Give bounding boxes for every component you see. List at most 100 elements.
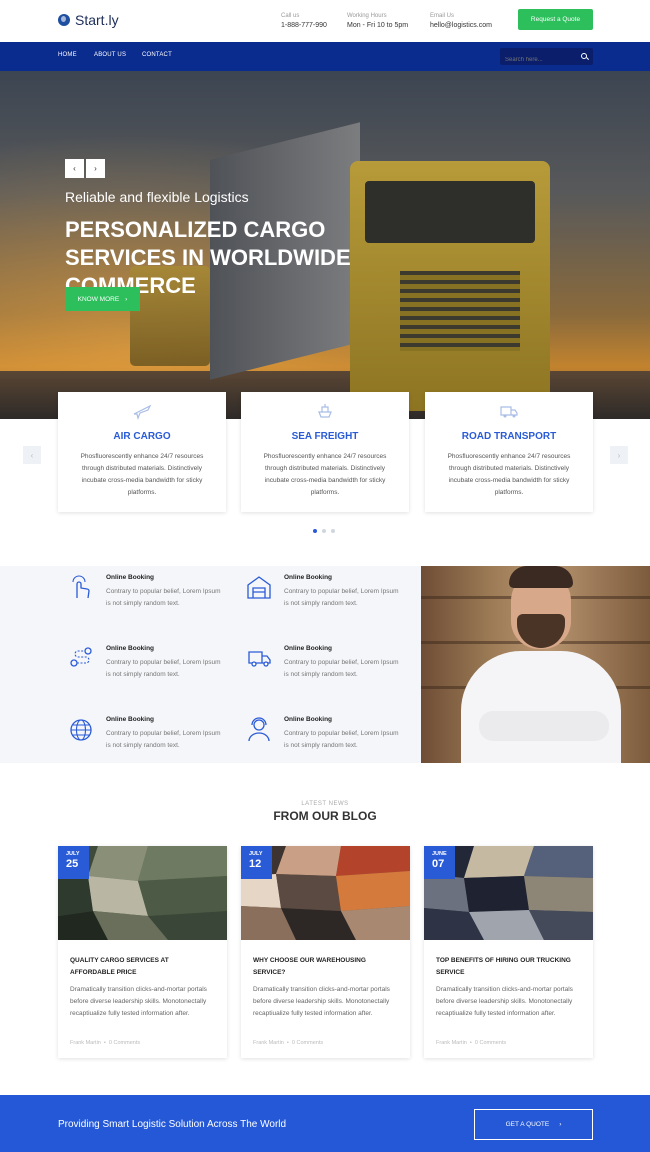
feature-item: Online Booking Contrary to popular belie… (246, 574, 406, 624)
search-box (500, 48, 593, 69)
feature-text: Contrary to popular belief, Lorem Ipsum … (284, 730, 399, 749)
slider-dot-active[interactable] (313, 529, 317, 533)
hours-value: Mon - Fri 10 to 5pm (347, 22, 409, 29)
service-card-sea[interactable]: SEA FREIGHT Phosfluorescently enhance 24… (241, 392, 409, 512)
nav-item-contact[interactable]: CONTACT (142, 52, 172, 58)
route-icon (70, 647, 92, 667)
post-comments[interactable]: 0 Comments (109, 1040, 140, 1046)
post-author[interactable]: Frank Martin (436, 1040, 467, 1046)
feature-item: Online Booking Contrary to popular belie… (68, 574, 228, 624)
site-logo[interactable]: Start.ly (58, 12, 119, 28)
feature-item: Online Booking Contrary to popular belie… (246, 645, 406, 695)
slider-dot[interactable] (331, 529, 335, 533)
service-card-air[interactable]: AIR CARGO Phosfluorescently enhance 24/7… (58, 392, 226, 512)
feature-title: Online Booking (284, 645, 333, 652)
service-card-road[interactable]: ROAD TRANSPORT Phosfluorescently enhance… (425, 392, 593, 512)
feature-text: Contrary to popular belief, Lorem Ipsum … (284, 588, 399, 607)
service-title: ROAD TRANSPORT (461, 431, 557, 442)
service-text: Phosfluorescently enhance 24/7 resources… (263, 453, 387, 496)
get-quote-label: GET A QUOTE (505, 1121, 550, 1128)
post-author[interactable]: Frank Martin (70, 1040, 101, 1046)
post-day: 12 (249, 858, 262, 870)
post-day: 07 (432, 858, 445, 870)
delivery-truck-icon (248, 651, 271, 667)
get-quote-button[interactable]: GET A QUOTE › (474, 1109, 593, 1140)
request-quote-button[interactable]: Request a Quote (518, 9, 593, 30)
feature-text: Contrary to popular belief, Lorem Ipsum … (106, 730, 221, 749)
globe-logo-icon (58, 14, 70, 26)
search-icon[interactable] (581, 53, 587, 59)
post-day: 25 (66, 858, 79, 870)
post-comments[interactable]: 0 Comments (292, 1040, 323, 1046)
support-agent-icon (248, 717, 270, 742)
feature-text: Contrary to popular belief, Lorem Ipsum … (106, 659, 221, 678)
globe-icon (70, 719, 92, 741)
email-value[interactable]: hello@logistics.com (430, 22, 492, 29)
post-month: JULY (249, 851, 263, 857)
email-info: Email Us hello@logistics.com (430, 13, 492, 29)
slider-dot[interactable] (322, 529, 326, 533)
post-meta: Frank Martin • 0 Comments (70, 1040, 141, 1046)
post-meta: Frank Martin • 0 Comments (253, 1040, 324, 1046)
blog-post-card[interactable]: JULY 25 QUALITY CARGO SERVICES AT AFFORD… (58, 846, 227, 1058)
chevron-right-icon: › (559, 1121, 562, 1128)
post-excerpt: Dramatically transition clicks-and-morta… (70, 986, 207, 1017)
blog-post-card[interactable]: JUNE 07 TOP BENEFITS OF HIRING OUR TRUCK… (424, 846, 593, 1058)
blog-kicker: LATEST NEWS (301, 801, 349, 807)
airplane-icon (133, 404, 152, 420)
post-date-badge: JULY 12 (241, 846, 272, 879)
post-comments[interactable]: 0 Comments (475, 1040, 506, 1046)
post-month: JUNE (432, 851, 447, 857)
feature-title: Online Booking (106, 716, 155, 723)
man-hair (509, 566, 573, 588)
features-section: Online Booking Contrary to popular belie… (0, 566, 421, 763)
services-next-button[interactable]: › (610, 446, 628, 464)
cta-banner: Providing Smart Logistic Solution Across… (0, 1095, 650, 1152)
slider-dots (313, 529, 335, 533)
truck-icon (500, 406, 518, 418)
hero-next-button[interactable]: › (86, 159, 105, 178)
feature-title: Online Booking (106, 574, 155, 581)
hero-subtitle: Reliable and flexible Logistics (65, 189, 249, 205)
logo-text: Start.ly (75, 12, 119, 28)
know-more-label: KNOW MORE (77, 295, 120, 303)
call-value[interactable]: 1-888-777-990 (281, 22, 327, 29)
man-crossed-arms (479, 711, 609, 741)
feature-item: Online Booking Contrary to popular belie… (68, 716, 228, 766)
chevron-right-icon: › (125, 295, 128, 303)
blog-title: FROM OUR BLOG (273, 809, 377, 823)
service-title: AIR CARGO (113, 431, 171, 442)
nav-item-home[interactable]: HOME (58, 52, 77, 58)
feature-title: Online Booking (106, 645, 155, 652)
feature-item: Online Booking Contrary to popular belie… (246, 716, 406, 766)
feature-item: Online Booking Contrary to popular belie… (68, 645, 228, 695)
post-meta: Frank Martin • 0 Comments (436, 1040, 507, 1046)
cta-text: Providing Smart Logistic Solution Across… (58, 1119, 287, 1130)
services-prev-button[interactable]: ‹ (23, 446, 41, 464)
post-title[interactable]: WHY CHOOSE OUR WAREHOUSING SERVICE? (253, 955, 398, 979)
hero-prev-button[interactable]: ‹ (65, 159, 84, 178)
hours-info: Working Hours Mon - Fri 10 to 5pm (347, 13, 408, 29)
post-date-badge: JUNE 07 (424, 846, 455, 879)
hero-banner: ‹ › Reliable and flexible Logistics PERS… (0, 71, 650, 419)
nav-item-about[interactable]: ABOUT US (94, 52, 126, 58)
post-title[interactable]: QUALITY CARGO SERVICES AT AFFORDABLE PRI… (70, 955, 215, 979)
service-text: Phosfluorescently enhance 24/7 resources… (447, 453, 571, 496)
post-date-badge: JULY 25 (58, 846, 89, 879)
hero-slider-arrows: ‹ › (65, 159, 105, 178)
businessman-photo (421, 566, 650, 763)
post-title[interactable]: TOP BENEFITS OF HIRING OUR TRUCKING SERV… (436, 955, 581, 979)
feature-title: Online Booking (284, 574, 333, 581)
warehouse-icon (247, 576, 271, 599)
man-shirt (461, 651, 621, 763)
post-author[interactable]: Frank Martin (253, 1040, 284, 1046)
email-label: Email Us (430, 13, 455, 19)
post-excerpt: Dramatically transition clicks-and-morta… (436, 986, 573, 1017)
know-more-button[interactable]: KNOW MORE › (65, 287, 140, 311)
search-input[interactable] (500, 51, 570, 69)
service-text: Phosfluorescently enhance 24/7 resources… (80, 453, 204, 496)
post-month: JULY (66, 851, 80, 857)
top-header: Start.ly Call us 1-888-777-990 Working H… (0, 0, 650, 42)
blog-post-card[interactable]: JULY 12 WHY CHOOSE OUR WAREHOUSING SERVI… (241, 846, 410, 1058)
post-excerpt: Dramatically transition clicks-and-morta… (253, 986, 390, 1017)
